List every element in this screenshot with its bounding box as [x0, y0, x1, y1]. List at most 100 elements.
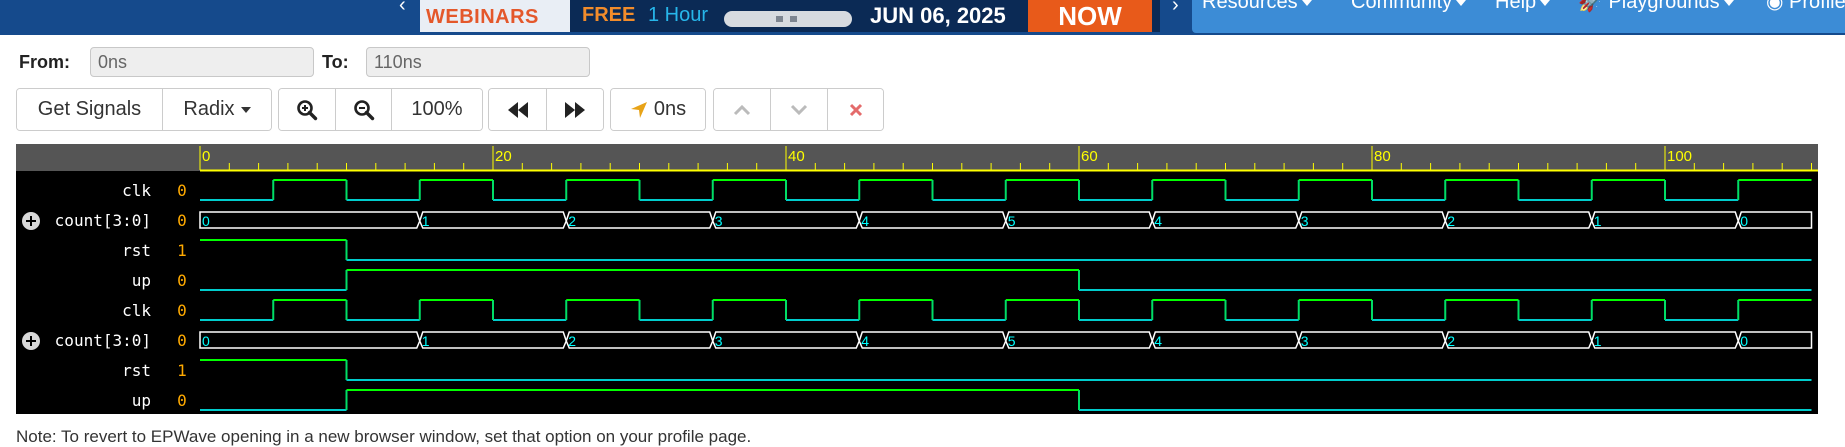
to-time-input[interactable]: [366, 47, 590, 77]
nav-resources[interactable]: Resources: [1192, 0, 1338, 33]
signal-wave[interactable]: [200, 359, 1812, 381]
bus-value-label: 5: [1008, 333, 1016, 349]
bus-outline-bottom: [1737, 220, 1813, 229]
chevron-down-icon: [1540, 0, 1551, 6]
signal-waves: 0 1 2 3 4 5 4 3 2 1 0 0 1 2 3 4 5 4 3 2 1 0: [199, 179, 1813, 411]
radix-dropdown-button[interactable]: Radix: [163, 89, 271, 130]
signal-wave[interactable]: 0 1 2 3 4 5 4 3 2 1 0: [199, 331, 1813, 349]
signal-name[interactable]: rst: [122, 361, 151, 380]
bus-outline-top: [1151, 211, 1300, 222]
bus-value-label: 0: [202, 213, 210, 229]
nav-help[interactable]: Help: [1485, 0, 1574, 33]
cursor-time-label: 0ns: [653, 98, 687, 120]
bus-value-label: 3: [1301, 213, 1309, 229]
move-signal-down-button[interactable]: [771, 89, 828, 130]
bus-outline-bottom: [1151, 220, 1300, 229]
bus-outline-bottom: [1298, 340, 1446, 349]
bus-outline-top: [199, 331, 421, 342]
nav-community[interactable]: Community: [1331, 0, 1502, 33]
bus-outline-top: [1444, 331, 1593, 342]
signal-name[interactable]: clk: [122, 301, 151, 320]
bus-outline-top: [1298, 331, 1446, 342]
from-time-input[interactable]: [90, 47, 314, 77]
nav-profile-label: Profile: [1789, 0, 1845, 13]
bus-outline-top: [419, 211, 567, 222]
forward-icon: [565, 101, 585, 118]
bus-outline-top: [1298, 211, 1446, 222]
bus-outline-bottom: [419, 220, 567, 229]
remove-signal-button[interactable]: [828, 89, 883, 130]
nav-profile[interactable]: ◉ Profile: [1756, 0, 1845, 33]
bus-value-label: 4: [1154, 213, 1162, 229]
expand-plus-icon[interactable]: [22, 332, 40, 350]
next-ad-arrow-icon[interactable]: ›: [1172, 0, 1179, 17]
signal-value: 0: [177, 181, 187, 200]
bus-outline-top: [419, 331, 567, 342]
chevron-down-icon: [790, 104, 808, 115]
bus-outline-top: [1737, 211, 1813, 222]
ad-now-button[interactable]: NOW: [1028, 0, 1152, 32]
bus-outline-bottom: [419, 340, 567, 349]
signal-wave[interactable]: [200, 389, 1812, 411]
bus-outline-bottom: [712, 220, 860, 229]
bus-value-label: 0: [1740, 333, 1748, 349]
ruler-label: 100: [1667, 148, 1692, 165]
location-arrow-icon: [630, 101, 647, 118]
bus-outline-bottom: [1151, 340, 1300, 349]
bus-value-label: 3: [715, 213, 723, 229]
bus-outline-top: [565, 331, 714, 342]
waveform-viewer[interactable]: 0 20 40 60 80 100 clkcount[3:0]rstupclkcount[…: [16, 144, 1818, 414]
signal-wave[interactable]: [200, 299, 1812, 321]
user-circle-icon: ◉: [1766, 0, 1790, 13]
signal-name[interactable]: clk: [122, 181, 151, 200]
next-transition-button[interactable]: [547, 89, 603, 130]
bus-value-label: 1: [1594, 333, 1602, 349]
bus-outline-top: [712, 211, 860, 222]
ruler-label: 80: [1374, 148, 1391, 165]
nav-help-label: Help: [1495, 0, 1537, 13]
get-signals-button[interactable]: Get Signals: [17, 89, 163, 130]
prev-ad-arrow-icon[interactable]: ‹: [399, 0, 406, 17]
nav-resources-label: Resources: [1202, 0, 1298, 13]
zoom-in-button[interactable]: [279, 89, 336, 130]
webinar-ad-banner[interactable]: WEBINARS FREE 1 Hour JUN 06, 2025 NOW: [420, 0, 1160, 32]
nav-playgrounds-label: Playgrounds: [1608, 0, 1720, 13]
move-signal-up-button[interactable]: [714, 89, 771, 130]
bus-outline-top: [1005, 331, 1153, 342]
signal-name[interactable]: up: [132, 391, 151, 410]
signal-wave[interactable]: [200, 239, 1812, 261]
nav-playgrounds[interactable]: 🚀 Playgrounds: [1568, 0, 1762, 33]
bus-value-label: 1: [422, 213, 430, 229]
bus-outline-bottom: [1444, 340, 1593, 349]
bus-outline-bottom: [712, 340, 860, 349]
bus-outline-top: [1444, 211, 1593, 222]
signal-name[interactable]: count[3:0]: [55, 331, 151, 350]
zoom-out-button[interactable]: [336, 89, 392, 130]
bus-outline-bottom: [199, 220, 421, 229]
previous-transition-button[interactable]: [489, 89, 547, 130]
zoom-in-icon: [297, 99, 318, 120]
chevron-down-icon: [1723, 0, 1734, 6]
signal-wave[interactable]: [200, 179, 1812, 201]
backward-icon: [507, 101, 528, 118]
signal-value: 0: [177, 301, 187, 320]
signal-wave[interactable]: 0 1 2 3 4 5 4 3 2 1 0: [199, 211, 1813, 229]
zoom-level-button[interactable]: 100%: [392, 89, 482, 130]
to-label: To:: [322, 52, 349, 72]
bus-outline-bottom: [1298, 220, 1446, 229]
bus-outline-bottom: [1737, 340, 1813, 349]
signal-name[interactable]: rst: [122, 241, 151, 260]
ad-free-label: FREE: [582, 4, 636, 26]
signal-name[interactable]: count[3:0]: [55, 211, 151, 230]
signal-name[interactable]: up: [132, 271, 151, 290]
signal-wave[interactable]: [200, 269, 1812, 291]
bus-outline-top: [1591, 331, 1739, 342]
expand-plus-icon[interactable]: [22, 212, 40, 230]
bus-value-label: 3: [715, 333, 723, 349]
ad-duration: 1 Hour: [648, 4, 709, 26]
bus-outline-bottom: [1005, 220, 1153, 229]
signal-order-button-group: [713, 88, 884, 131]
ad-date: JUN 06, 2025: [870, 3, 1006, 28]
cursor-time-button[interactable]: 0ns: [611, 89, 705, 130]
signal-name-column: clk count[3:0] rst up clk count[3:0] rst up: [22, 181, 151, 410]
